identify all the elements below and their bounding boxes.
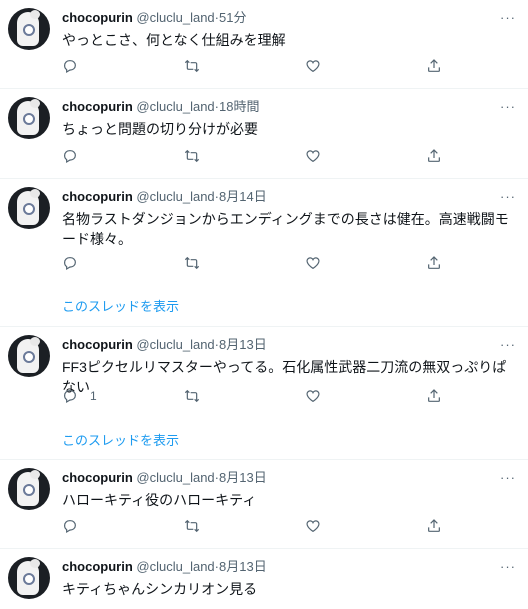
avatar[interactable] <box>8 97 50 139</box>
tweet-text: 名物ラストダンジョンからエンディングまでの長さは健在。高速戦闘モード様々。 <box>62 211 509 247</box>
retweet-icon <box>184 389 200 403</box>
share-button[interactable] <box>426 255 442 271</box>
timestamp[interactable]: 18時間 <box>219 99 259 114</box>
tweet-header: chocopurin @cluclu_land·8月13日 <box>62 470 267 486</box>
action-bar <box>62 58 518 78</box>
tweet[interactable]: chocopurin @cluclu_land·8月13日 ··· ハローキティ… <box>0 460 528 549</box>
heart-icon <box>306 150 320 163</box>
tweet[interactable]: chocopurin @cluclu_land·51分 ··· やっとこさ、何と… <box>0 0 528 89</box>
retweet-icon <box>184 149 200 163</box>
reply-button[interactable]: 1 <box>62 388 97 404</box>
more-options-icon[interactable]: ··· <box>500 189 516 204</box>
reply-button[interactable] <box>62 58 90 74</box>
user-handle[interactable]: @cluclu_land <box>136 189 214 204</box>
display-name[interactable]: chocopurin <box>62 99 133 114</box>
timestamp[interactable]: 8月13日 <box>219 337 267 352</box>
user-handle[interactable]: @cluclu_land <box>136 99 214 114</box>
share-button[interactable] <box>426 148 442 164</box>
like-button[interactable] <box>305 518 321 534</box>
action-bar <box>62 518 518 538</box>
retweet-button[interactable] <box>184 148 200 164</box>
share-button[interactable] <box>426 388 442 404</box>
reply-icon <box>64 150 76 164</box>
share-icon <box>428 149 440 162</box>
action-bar <box>62 148 518 168</box>
reply-button[interactable] <box>62 148 90 164</box>
tweet-header: chocopurin @cluclu_land·51分 <box>62 10 246 26</box>
tweet-text: キティちゃんシンカリオン見る <box>62 581 258 597</box>
like-button[interactable] <box>305 148 321 164</box>
timestamp[interactable]: 8月13日 <box>219 470 267 485</box>
tweet[interactable]: chocopurin @cluclu_land·18時間 ··· ちょっと問題の… <box>0 89 528 179</box>
share-icon <box>428 519 440 532</box>
display-name[interactable]: chocopurin <box>62 559 133 574</box>
heart-icon <box>306 390 320 403</box>
show-thread-link[interactable]: このスレッドを表示 <box>62 296 179 315</box>
reply-button[interactable] <box>62 255 90 271</box>
retweet-button[interactable] <box>184 388 200 404</box>
retweet-button[interactable] <box>184 518 200 534</box>
reply-button[interactable] <box>62 518 90 534</box>
timestamp[interactable]: 8月13日 <box>219 559 267 574</box>
share-button[interactable] <box>426 518 442 534</box>
display-name[interactable]: chocopurin <box>62 337 133 352</box>
retweet-icon <box>184 59 200 73</box>
user-handle[interactable]: @cluclu_land <box>136 337 214 352</box>
tweet-header: chocopurin @cluclu_land·8月14日 <box>62 189 267 205</box>
tweet-text: ハローキティ役のハローキティ <box>62 492 257 508</box>
reply-count: 1 <box>90 389 97 403</box>
tweet-header: chocopurin @cluclu_land·8月13日 <box>62 559 267 575</box>
share-button[interactable] <box>426 58 442 74</box>
tweet[interactable]: chocopurin @cluclu_land·8月13日 ··· キティちゃん… <box>0 549 528 609</box>
like-button[interactable] <box>305 388 321 404</box>
retweet-icon <box>184 256 200 270</box>
display-name[interactable]: chocopurin <box>62 10 133 25</box>
more-options-icon[interactable]: ··· <box>500 337 516 352</box>
avatar[interactable] <box>8 557 50 599</box>
heart-icon <box>306 257 320 270</box>
avatar[interactable] <box>8 8 50 50</box>
retweet-icon <box>184 519 200 533</box>
like-button[interactable] <box>305 255 321 271</box>
more-options-icon[interactable]: ··· <box>500 470 516 485</box>
tweet[interactable]: chocopurin @cluclu_land·8月13日 ··· FF3ピクセ… <box>0 327 528 460</box>
show-thread-link[interactable]: このスレッドを表示 <box>62 430 179 449</box>
retweet-button[interactable] <box>184 58 200 74</box>
share-icon <box>428 59 440 72</box>
avatar[interactable] <box>8 468 50 510</box>
tweet-header: chocopurin @cluclu_land·18時間 <box>62 99 259 115</box>
avatar[interactable] <box>8 335 50 377</box>
tweet-header: chocopurin @cluclu_land·8月13日 <box>62 337 267 353</box>
more-options-icon[interactable]: ··· <box>500 559 516 574</box>
action-bar: 1 <box>62 388 518 408</box>
share-icon <box>428 256 440 269</box>
heart-icon <box>306 520 320 533</box>
user-handle[interactable]: @cluclu_land <box>136 470 214 485</box>
reply-icon <box>64 257 76 271</box>
like-button[interactable] <box>305 58 321 74</box>
user-handle[interactable]: @cluclu_land <box>136 559 214 574</box>
reply-icon <box>64 390 76 404</box>
more-options-icon[interactable]: ··· <box>500 10 516 25</box>
more-options-icon[interactable]: ··· <box>500 99 516 114</box>
tweet-text: ちょっと問題の切り分けが必要 <box>62 121 258 137</box>
share-icon <box>428 389 440 402</box>
reply-icon <box>64 520 76 534</box>
tweet-text: やっとこさ、何となく仕組みを理解 <box>62 32 286 48</box>
avatar[interactable] <box>8 187 50 229</box>
timestamp[interactable]: 8月14日 <box>219 189 267 204</box>
user-handle[interactable]: @cluclu_land <box>136 10 214 25</box>
retweet-button[interactable] <box>184 255 200 271</box>
timestamp[interactable]: 51分 <box>219 10 246 25</box>
tweet[interactable]: chocopurin @cluclu_land·8月14日 ··· 名物ラストダ… <box>0 179 528 327</box>
display-name[interactable]: chocopurin <box>62 189 133 204</box>
action-bar <box>62 255 518 275</box>
reply-icon <box>64 60 76 74</box>
display-name[interactable]: chocopurin <box>62 470 133 485</box>
heart-icon <box>306 60 320 73</box>
